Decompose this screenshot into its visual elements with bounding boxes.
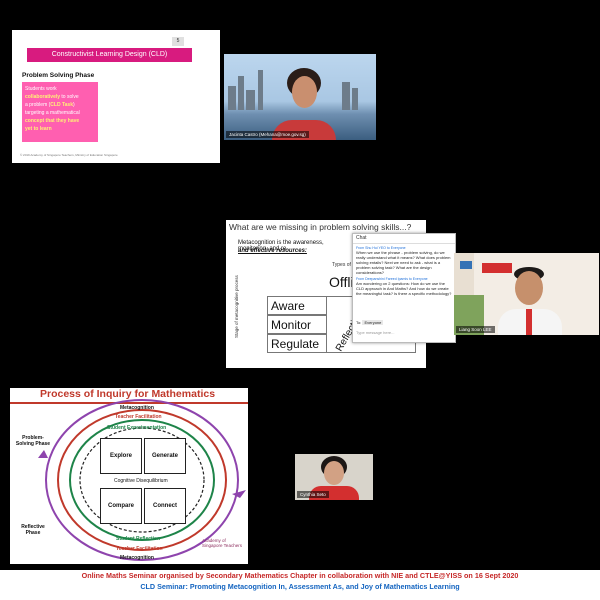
- disequilibrium-label: Cognitive Disequilibrium: [114, 478, 168, 484]
- reflective-phase-label: Reflective Phase: [21, 524, 45, 536]
- teacher-bottom-label: Teacher Facilitation: [116, 546, 163, 552]
- reflection-label: Student Reflection: [116, 536, 161, 542]
- shared-slide-cld[interactable]: 5 Constructivist Learning Design (CLD) P…: [12, 30, 220, 163]
- slide-title: What are we missing in problem solving s…: [229, 222, 412, 232]
- arrow-icon: [38, 450, 48, 458]
- chat-panel[interactable]: Chat From Shu Hui YEO to Everyone When w…: [352, 233, 456, 343]
- connect-box: Connect: [144, 488, 186, 524]
- chat-recipient-row: To: Everyone: [356, 320, 384, 325]
- experimentation-label: Student Experimentation: [107, 425, 167, 431]
- participant-face: [292, 76, 317, 108]
- chat-to-label: To:: [356, 320, 362, 325]
- phase-description: Students work collaboratively to solve a…: [22, 82, 98, 142]
- city-building: [246, 90, 255, 110]
- ast-logo: Academy of Singapore Teachers: [202, 538, 242, 548]
- desc-part: a problem (: [25, 102, 51, 108]
- column-group-label: Types of: [332, 262, 351, 268]
- explore-box: Explore: [100, 438, 142, 474]
- chat-input[interactable]: Type message here...: [356, 330, 394, 335]
- slide-number: 5: [172, 37, 184, 46]
- caption-line-1: Online Maths Seminar organised by Second…: [81, 571, 519, 580]
- wall-logo: [460, 261, 472, 269]
- row-label: Aware: [267, 296, 327, 315]
- row-label: Regulate: [267, 334, 327, 353]
- compare-box: Compare: [100, 488, 142, 524]
- teacher-top-label: Teacher Facilitation: [115, 414, 162, 420]
- arrow-icon: [232, 490, 246, 498]
- participant-name: Liang Soon LEE: [456, 326, 495, 333]
- participant-video-2[interactable]: Liang Soon LEE: [454, 253, 599, 335]
- column-header: Offli: [329, 274, 354, 290]
- chat-recipient-select[interactable]: Everyone: [362, 320, 384, 325]
- desc-part: Students work: [25, 86, 57, 92]
- problem-phase-label: Problem-Solving Phase: [15, 435, 51, 447]
- row-label: Monitor: [267, 315, 327, 334]
- participant-name: Jacinta Castro (Mehana@moe.gov.sg): [226, 131, 309, 138]
- city-building: [342, 82, 350, 110]
- desc-part: ): [73, 102, 75, 108]
- participant-face: [324, 461, 344, 485]
- city-building: [258, 70, 263, 110]
- participant-video-3[interactable]: Cynthia Seto: [295, 454, 373, 500]
- desc-part: to solve: [60, 94, 79, 100]
- desc-part: collaboratively: [25, 94, 61, 100]
- chat-message: When we use the phrase - problem solving…: [356, 250, 451, 275]
- lanyard: [526, 309, 532, 335]
- row-axis-label: Stage of metacognitive process: [234, 275, 239, 338]
- desc-part: concept that they have: [25, 118, 80, 124]
- caption-line-2: CLD Seminar: Promoting Metacognition In,…: [140, 582, 460, 591]
- desc-part: yet to learn: [25, 126, 52, 132]
- city-building: [238, 76, 244, 110]
- slide-title: Constructivist Learning Design (CLD): [27, 48, 192, 62]
- city-building: [228, 86, 236, 110]
- generate-box: Generate: [144, 438, 186, 474]
- chat-message: Am wondering on 2 questions: How do we u…: [356, 281, 452, 296]
- desc-part: targeting a mathematical: [25, 110, 80, 116]
- metacognition-bottom-label: Metacognition: [120, 555, 154, 561]
- slide-footer: © 2019 Academy of Singapore Teachers, Mi…: [20, 153, 118, 157]
- participant-face: [515, 271, 543, 305]
- participant-video-1[interactable]: Jacinta Castro (Mehana@moe.gov.sg): [224, 54, 376, 140]
- phase-heading: Problem Solving Phase: [22, 72, 95, 79]
- slide-text: and effective resources:: [238, 248, 307, 254]
- shared-slide-inquiry[interactable]: Process of Inquiry for Mathematics Metac…: [10, 388, 248, 564]
- wall-logo: [482, 263, 512, 273]
- chat-header: Chat: [353, 234, 455, 244]
- zoom-gallery-view: 5 Constructivist Learning Design (CLD) P…: [0, 0, 600, 570]
- metacognition-top-label: Metacognition: [120, 405, 154, 411]
- desc-part: CLD Task: [50, 102, 73, 108]
- city-building: [352, 88, 358, 110]
- participant-name: Cynthia Seto: [297, 491, 329, 498]
